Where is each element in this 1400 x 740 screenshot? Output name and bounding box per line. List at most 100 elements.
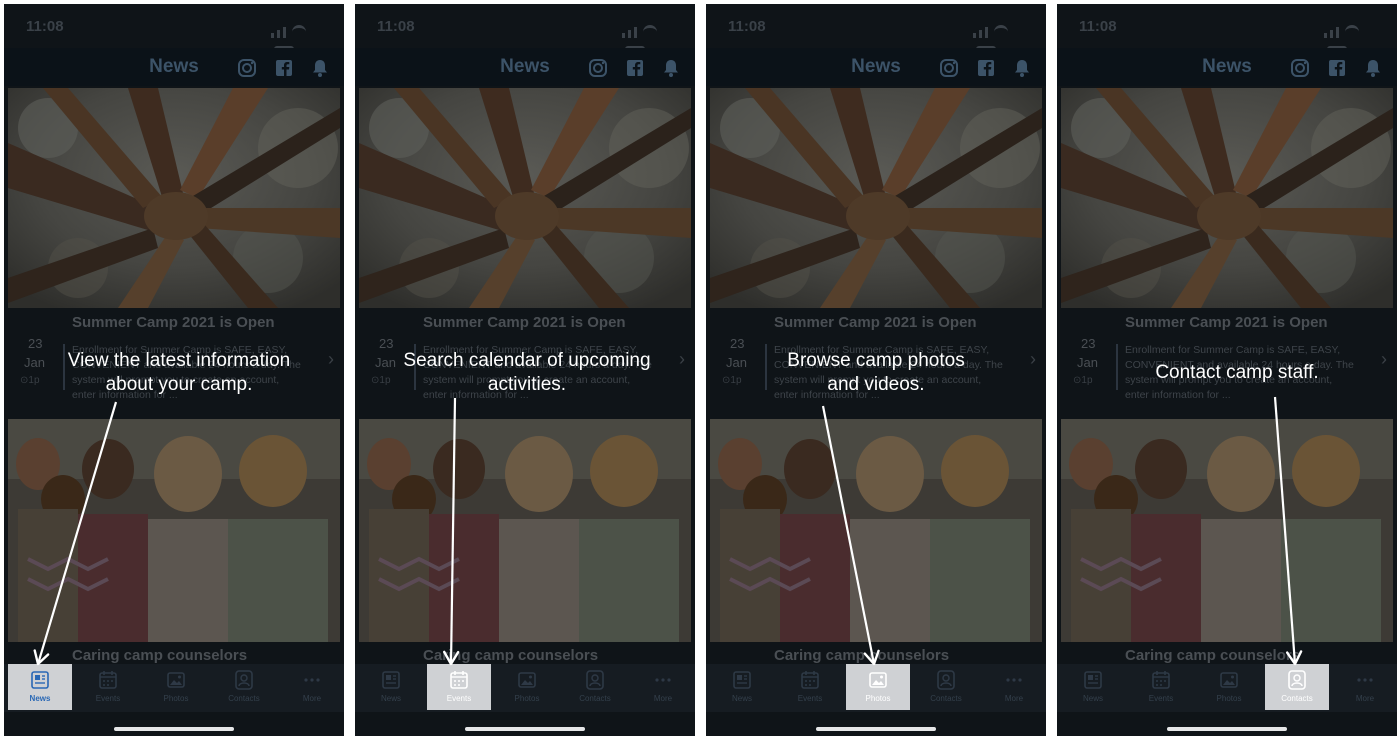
tab-photos[interactable]: Photos [144,664,208,710]
facebook-icon[interactable] [1327,58,1347,78]
chevron-right-icon[interactable]: › [328,349,334,370]
tab-news[interactable]: News [710,664,774,710]
news-title[interactable]: Summer Camp 2021 is Open [774,314,977,331]
bell-icon[interactable] [661,58,681,78]
facebook-icon[interactable] [274,58,294,78]
caption-line-2: activities. [487,374,567,395]
news-date-time: ⊙1p [1073,375,1093,386]
photo-icon [1220,672,1238,688]
news-image-kids[interactable] [1061,419,1393,642]
more-icon [655,678,671,682]
facebook-icon[interactable] [976,58,996,78]
home-indicator [114,727,234,731]
news-image-kids[interactable] [8,419,340,642]
chevron-right-icon[interactable]: › [1381,349,1387,370]
news-image-kids[interactable] [710,419,1042,642]
hands-photo [1061,88,1393,308]
news-image-kids[interactable] [359,419,691,642]
photo-icon [869,672,887,688]
caption-line-1: Search calendar of upcoming [403,350,651,371]
tab-news[interactable]: News [1061,664,1125,710]
tab-contacts[interactable]: Contacts [914,664,978,710]
tab-more[interactable]: More [280,664,344,710]
news-title-2[interactable]: Caring camp counselors [423,647,598,664]
bell-icon[interactable] [310,58,330,78]
tab-contacts[interactable]: Contacts [212,664,276,710]
news-date-month: Jan [726,355,747,370]
date-divider [765,344,767,390]
tab-more[interactable]: More [631,664,695,710]
tab-contacts[interactable]: Contacts [1265,664,1329,710]
news-title-2[interactable]: Caring camp counselors [774,647,949,664]
status-time: 11:08 [377,18,415,35]
tab-label: Photos [1216,694,1242,703]
instagram-icon[interactable] [1290,58,1310,78]
signal-icon [1330,30,1333,38]
news-date-month: Jan [1077,355,1098,370]
caption-line-2: and videos. [827,374,925,395]
caption-line-1: Contact camp staff. [1155,362,1319,383]
tab-events[interactable]: Events [1129,664,1193,710]
news-title[interactable]: Summer Camp 2021 is Open [423,314,626,331]
contact-icon [937,670,955,690]
news-title-2[interactable]: Caring camp counselors [1125,647,1300,664]
status-icons [970,20,1030,56]
chevron-right-icon[interactable]: › [679,349,685,370]
news-image-hands[interactable] [8,88,340,308]
tab-label: Photos [865,694,891,703]
tab-events[interactable]: Events [427,664,491,710]
tab-news[interactable]: News [359,664,423,710]
newspaper-icon [382,671,400,689]
phone-screen-1: 11:08 News Summer Camp 2021 is Open 23 J… [4,4,344,736]
tab-label: Events [95,694,121,703]
chevron-right-icon[interactable]: › [1030,349,1036,370]
bell-icon[interactable] [1012,58,1032,78]
news-title-2[interactable]: Caring camp counselors [72,647,247,664]
news-date-day: 23 [28,336,43,351]
tab-bar: News Events Photos Contacts More [1057,664,1397,712]
tab-label: Photos [163,694,189,703]
tab-photos[interactable]: Photos [1197,664,1261,710]
calendar-icon [450,671,468,689]
onboarding-caption: View the latest information about your c… [54,349,304,397]
news-date-day: 23 [1081,336,1096,351]
kids-photo [8,419,340,642]
bell-icon[interactable] [1363,58,1383,78]
news-title[interactable]: Summer Camp 2021 is Open [1125,314,1328,331]
tab-contacts[interactable]: Contacts [563,664,627,710]
photo-icon [167,672,185,688]
more-icon [304,678,320,682]
onboarding-caption: Search calendar of upcoming activities. [387,349,667,397]
tab-label: Events [797,694,823,703]
hands-photo [8,88,340,308]
tab-bar: News Events Photos Contacts More [706,664,1046,712]
news-image-hands[interactable] [1061,88,1393,308]
tab-label: Photos [514,694,540,703]
tab-more[interactable]: More [982,664,1046,710]
news-title[interactable]: Summer Camp 2021 is Open [72,314,275,331]
tab-label: Events [446,694,472,703]
facebook-icon[interactable] [625,58,645,78]
instagram-icon[interactable] [237,58,257,78]
caption-line-1: View the latest information [67,350,291,371]
status-time: 11:08 [1079,18,1117,35]
tab-news[interactable]: News [8,664,72,710]
tab-label: Contacts [579,694,611,703]
newspaper-icon [733,671,751,689]
news-image-hands[interactable] [710,88,1042,308]
more-icon [1357,678,1373,682]
tab-label: Contacts [1281,694,1313,703]
tab-photos[interactable]: Photos [495,664,559,710]
onboarding-caption: Browse camp photos and videos. [776,349,976,397]
tab-label: News [731,694,752,703]
status-bar: 11:08 [355,4,695,56]
phone-screen-2: 11:08 News Summer Camp 2021 is Open 23 J… [355,4,695,736]
news-image-hands[interactable] [359,88,691,308]
signal-icon [622,33,625,38]
tab-events[interactable]: Events [778,664,842,710]
tab-events[interactable]: Events [76,664,140,710]
tab-photos[interactable]: Photos [846,664,910,710]
instagram-icon[interactable] [939,58,959,78]
tab-more[interactable]: More [1333,664,1397,710]
instagram-icon[interactable] [588,58,608,78]
